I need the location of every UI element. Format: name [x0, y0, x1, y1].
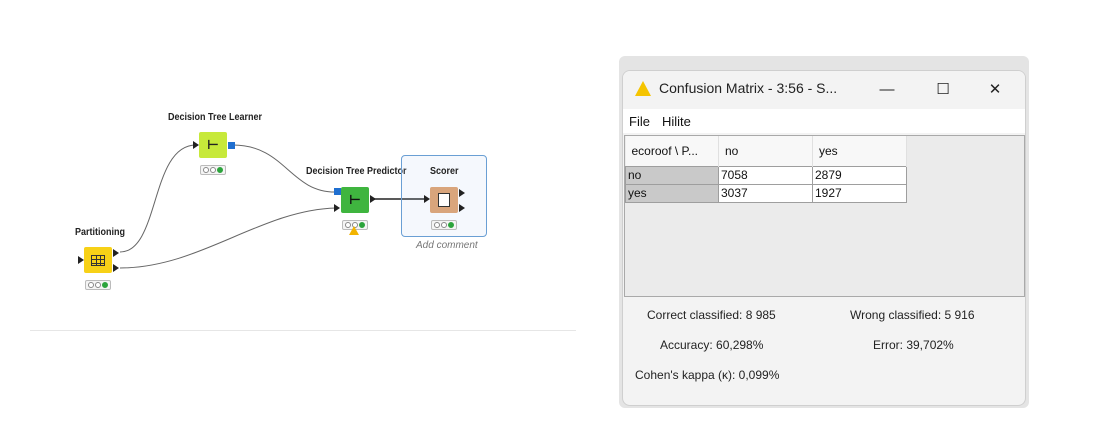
confusion-matrix-window-frame: Confusion Matrix - 3:56 - S... — ☐ ✕ Fil… [619, 56, 1029, 408]
workflow-canvas[interactable]: Partitioning Decision Tree Learner ⊢ Dec… [0, 0, 590, 446]
window-title: Confusion Matrix - 3:56 - S... [659, 80, 838, 96]
model-output-port[interactable] [228, 142, 235, 149]
cell-no-yes[interactable]: 2879 [812, 165, 907, 185]
knime-app-icon [635, 81, 651, 96]
node-label-scorer: Scorer [430, 166, 459, 177]
wrong-classified: Wrong classified: 5 916 [850, 308, 975, 322]
canvas-divider [30, 330, 576, 331]
menu-hilite[interactable]: Hilite [662, 114, 691, 129]
column-header-corner[interactable]: ecoroof \ P... [625, 136, 719, 166]
node-label-learner: Decision Tree Learner [168, 112, 263, 123]
table-row[interactable]: no 7058 2879 [625, 165, 907, 185]
menu-file[interactable]: File [629, 114, 650, 129]
row-header-no[interactable]: no [625, 165, 719, 185]
link-partitioning-learner [119, 144, 197, 253]
close-button[interactable]: ✕ [975, 75, 1015, 103]
output-port[interactable] [370, 195, 376, 203]
column-header-no[interactable]: no [718, 136, 813, 166]
input-port[interactable] [334, 204, 340, 212]
cell-yes-yes[interactable]: 1927 [812, 183, 907, 203]
node-status-learner [200, 165, 226, 175]
decision-tree-predictor-node[interactable]: ⊢ [341, 187, 369, 213]
cohens-kappa: Cohen's kappa (κ): 0,099% [635, 368, 780, 382]
menu-bar: File Hilite [623, 109, 1025, 133]
cell-no-no[interactable]: 7058 [718, 165, 813, 185]
decision-tree-learner-node[interactable]: ⊢ [199, 132, 227, 158]
row-header-yes[interactable]: yes [625, 183, 719, 203]
cell-yes-no[interactable]: 3037 [718, 183, 813, 203]
warning-icon[interactable] [349, 226, 359, 235]
node-label-partitioning: Partitioning [75, 227, 126, 238]
error-rate: Error: 39,702% [873, 338, 954, 352]
confusion-matrix-window: Confusion Matrix - 3:56 - S... — ☐ ✕ Fil… [622, 70, 1026, 406]
node-status-partitioning [85, 280, 111, 290]
minimize-button[interactable]: — [867, 75, 907, 103]
confusion-matrix-table-area[interactable]: ecoroof \ P... no yes no 7058 2879 yes 3… [624, 135, 1025, 297]
confusion-matrix-table: ecoroof \ P... no yes no 7058 2879 yes 3… [625, 136, 907, 203]
decision-tree-icon: ⊢ [207, 137, 219, 152]
output-port-2[interactable] [113, 264, 119, 272]
output-port-1[interactable] [113, 249, 119, 257]
node-status-scorer [431, 220, 457, 230]
correct-classified: Correct classified: 8 985 [647, 308, 776, 322]
output-port-1[interactable] [459, 189, 465, 197]
predictor-icon: ⊢ [349, 192, 361, 207]
connection-links [119, 144, 425, 269]
scorer-node[interactable] [430, 187, 458, 213]
table-grid-icon [91, 254, 105, 266]
maximize-button[interactable]: ☐ [923, 75, 963, 103]
scorer-icon [438, 193, 450, 207]
accuracy: Accuracy: 60,298% [660, 338, 764, 352]
column-header-yes[interactable]: yes [812, 136, 907, 166]
partitioning-node[interactable] [84, 247, 112, 273]
title-bar[interactable]: Confusion Matrix - 3:56 - S... — ☐ ✕ [623, 71, 1025, 107]
link-partitioning-predictor [119, 207, 337, 269]
add-comment-label[interactable]: Add comment [416, 240, 478, 251]
node-label-predictor: Decision Tree Predictor [306, 166, 407, 177]
table-row[interactable]: yes 3037 1927 [625, 183, 907, 203]
output-port-2[interactable] [459, 204, 465, 212]
model-input-port[interactable] [334, 188, 341, 195]
